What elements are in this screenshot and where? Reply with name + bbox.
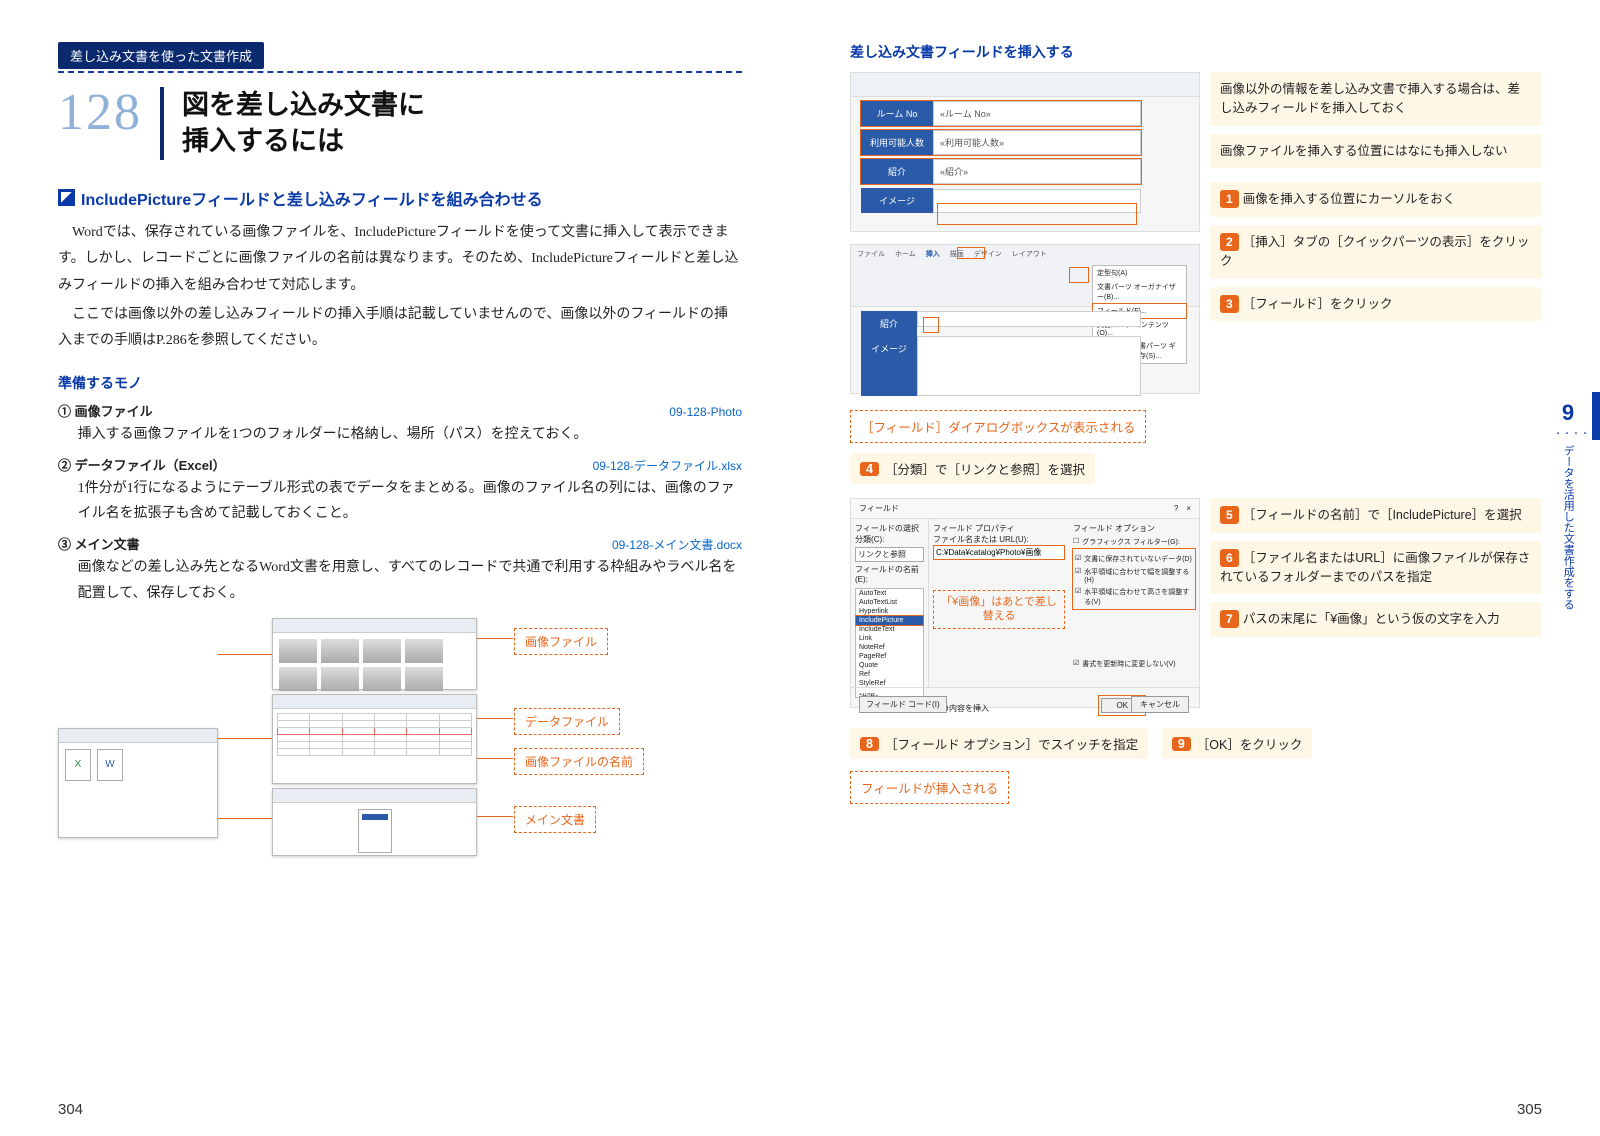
prep-item-3: ③ メイン文書 09-128-メイン文書.docx 画像などの差し込み先となるW…: [58, 534, 742, 605]
tag-imagename: 画像ファイルの名前: [514, 748, 644, 775]
note-a: 画像以外の情報を差し込み文書で挿入する場合は、差し込みフィールドを挿入しておく: [1210, 72, 1542, 126]
prep-item-2: ② データファイル（Excel） 09-128-データファイル.xlsx 1件分…: [58, 455, 742, 526]
screenshot-ribbon: ファイルホーム 挿入 描画デザインレイアウト 定型句(A) 文書パーツ オーガナ…: [850, 244, 1200, 394]
cancel-button[interactable]: キャンセル: [1131, 696, 1189, 713]
page-right: 差し込み文書フィールドを挿入する ルーム No«ルーム No» 利用可能人数«利…: [800, 0, 1600, 1136]
result-box-1: ［フィールド］ダイアログボックスが表示される: [850, 410, 1146, 443]
prep-file-1: 09-128-Photo: [669, 405, 742, 419]
result-box-2: フィールドが挿入される: [850, 771, 1009, 804]
left-illustration: X W: [58, 618, 742, 858]
step-3: 3［フィールド］をクリック: [1210, 287, 1542, 322]
photos-window: [272, 618, 477, 690]
step-1: 1画像を挿入する位置にカーソルをおく: [1210, 182, 1542, 217]
prep-file-2: 09-128-データファイル.xlsx: [593, 457, 742, 474]
prep-heading: 準備するモノ: [58, 373, 742, 393]
tag-datafile: データファイル: [514, 708, 620, 735]
replace-note: 「¥画像」はあとで差し替える: [933, 590, 1065, 629]
step-5: 5［フィールドの名前］で［IncludePicture］を選択: [1210, 498, 1542, 533]
screenshot-form: ルーム No«ルーム No» 利用可能人数«利用可能人数» 紹介«紹介» イメー…: [850, 72, 1200, 232]
section-heading: IncludePictureフィールドと差し込みフィールドを組み合わせる: [58, 186, 742, 210]
url-input[interactable]: [933, 545, 1065, 560]
section-icon: [58, 189, 75, 206]
page-number-right: 305: [1517, 1101, 1542, 1118]
body-para-1: Wordでは、保存されている画像ファイルを、IncludePictureフィール…: [58, 220, 742, 300]
step-9: 9［OK］をクリック: [1162, 728, 1313, 759]
right-heading: 差し込み文書フィールドを挿入する: [850, 42, 1542, 62]
step-6: 6［ファイル名またはURL］に画像ファイルが保存されているフォルダーまでのパスを…: [1210, 541, 1542, 595]
body-para-2: ここでは画像以外の差し込みフィールドの挿入手順は記載していませんので、画像以外の…: [58, 302, 742, 355]
step-7: 7パスの末尾に「¥画像」という仮の文字を入力: [1210, 602, 1542, 637]
screenshot-field-dialog: フィールド? × フィールドの選択 分類(C): リンクと参照 フィールドの名前…: [850, 498, 1200, 708]
breadcrumb: 差し込み文書を使った文書作成: [58, 42, 264, 69]
prep-item-1: ① 画像ファイル 09-128-Photo 挿入する画像ファイルを1つのフォルダ…: [58, 401, 742, 447]
section-heading-text: IncludePictureフィールドと差し込みフィールドを組み合わせる: [81, 186, 543, 210]
prep-file-3: 09-128-メイン文書.docx: [612, 536, 742, 553]
page-number-left: 304: [58, 1101, 83, 1118]
excel-window: [272, 694, 477, 784]
tag-imagefile: 画像ファイル: [514, 628, 608, 655]
page-left: 差し込み文書を使った文書作成 128 図を差し込み文書に 挿入するには Incl…: [0, 0, 800, 1136]
page-title: 図を差し込み文書に 挿入するには: [182, 87, 742, 160]
side-tab: 9 ・・・・・・ データを活用した文書作成をする: [1554, 400, 1582, 610]
note-b: 画像ファイルを挿入する位置にはなにも挿入しない: [1210, 134, 1542, 169]
step-4: 4［分類］で［リンクと参照］を選択: [850, 453, 1095, 484]
tag-maindoc: メイン文書: [514, 806, 596, 833]
explorer-window: X W: [58, 728, 218, 838]
word-window: [272, 788, 477, 856]
step-2: 2［挿入］タブの［クイックパーツの表示］をクリック: [1210, 225, 1542, 279]
tip-number: 128: [58, 87, 142, 139]
step-8: 8［フィールド オプション］でスイッチを指定: [850, 728, 1148, 759]
